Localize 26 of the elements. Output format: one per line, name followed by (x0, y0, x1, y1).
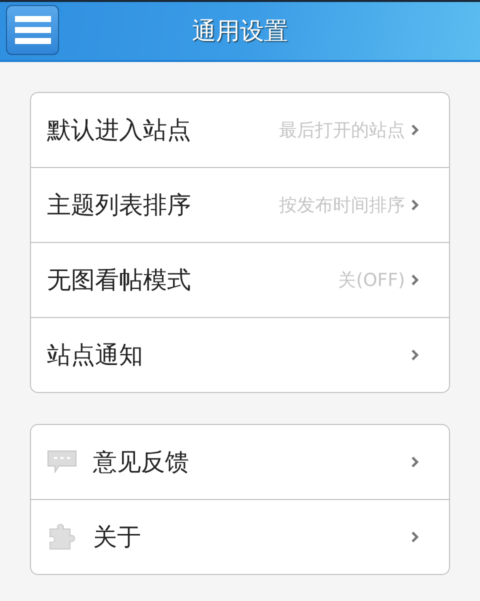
chevron-right-icon (411, 349, 419, 361)
chevron-right-icon (411, 274, 419, 286)
setting-value: 关(OFF) (338, 269, 405, 292)
setting-label: 关于 (93, 522, 142, 553)
chevron-right-icon (411, 199, 419, 211)
menu-button[interactable] (6, 5, 59, 55)
setting-label: 默认进入站点 (47, 115, 192, 146)
settings-row[interactable]: 无图看帖模式 关(OFF) (31, 242, 449, 317)
chevron-right-icon (411, 531, 419, 543)
settings-row[interactable]: 默认进入站点 最后打开的站点 (31, 93, 449, 167)
menu-icon (14, 15, 50, 45)
chevron-right-icon (411, 456, 419, 468)
setting-label: 站点通知 (47, 340, 144, 371)
settings-row[interactable]: 主题列表排序 按发布时间排序 (31, 167, 449, 242)
chevron-right-icon (411, 124, 419, 136)
setting-label: 主题列表排序 (47, 190, 192, 221)
setting-value: 按发布时间排序 (279, 194, 405, 217)
setting-value: 最后打开的站点 (279, 119, 405, 142)
puzzle-piece-icon (47, 523, 77, 551)
settings-row[interactable]: 站点通知 (31, 317, 449, 392)
window-title: 通用设置 (192, 16, 288, 47)
speech-bubble-icon (47, 450, 77, 474)
setting-label: 意见反馈 (93, 447, 190, 478)
setting-label: 无图看帖模式 (47, 265, 192, 296)
settings-row[interactable]: 意见反馈 (31, 425, 449, 499)
settings-row[interactable]: 关于 (31, 499, 449, 574)
